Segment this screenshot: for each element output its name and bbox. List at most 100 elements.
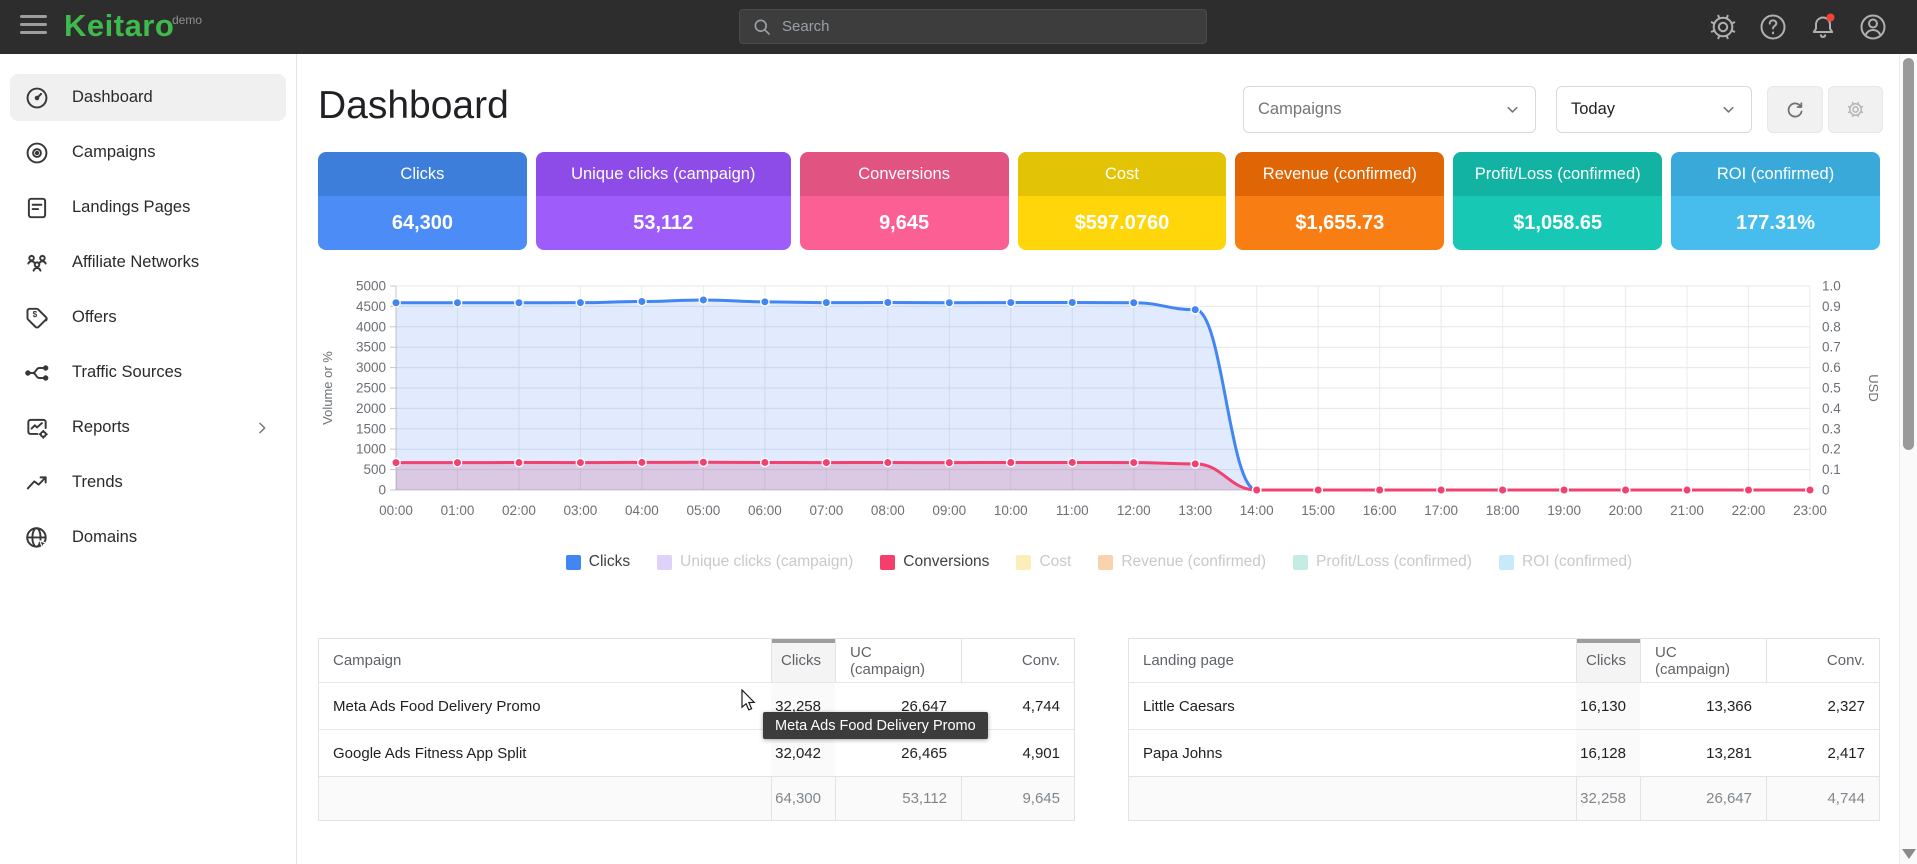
legend-swatch bbox=[880, 555, 895, 570]
stat-card-label: Conversions bbox=[800, 152, 1009, 196]
traffic-sources-icon bbox=[24, 360, 50, 386]
legend-item-profit-loss-confirmed-[interactable]: Profit/Loss (confirmed) bbox=[1293, 553, 1472, 571]
svg-text:23:00: 23:00 bbox=[1793, 503, 1827, 518]
legend-label: Revenue (confirmed) bbox=[1121, 553, 1266, 571]
table-cell: 4,744 bbox=[1766, 777, 1879, 820]
legend-label: Profit/Loss (confirmed) bbox=[1316, 553, 1472, 571]
stat-card-revenue-confirmed-: Revenue (confirmed) $1,655.73 bbox=[1235, 152, 1444, 250]
search-input[interactable] bbox=[782, 18, 1206, 35]
chart-settings-button[interactable] bbox=[1828, 86, 1883, 133]
sidebar-nav: Dashboard Campaigns Landings Pages Affil… bbox=[0, 54, 297, 864]
affiliate-networks-icon bbox=[24, 250, 50, 276]
svg-text:0.8: 0.8 bbox=[1822, 319, 1841, 334]
account-icon[interactable] bbox=[1856, 10, 1890, 44]
page-scrollbar[interactable] bbox=[1899, 54, 1917, 864]
svg-text:15:00: 15:00 bbox=[1301, 503, 1335, 518]
svg-text:17:00: 17:00 bbox=[1424, 503, 1458, 518]
landings-pages-icon bbox=[24, 195, 50, 221]
column-header[interactable]: Conv. bbox=[961, 639, 1074, 682]
legend-item-revenue-confirmed-[interactable]: Revenue (confirmed) bbox=[1098, 553, 1266, 571]
legend-item-unique-clicks-campaign-[interactable]: Unique clicks (campaign) bbox=[657, 553, 853, 571]
column-header[interactable]: Clicks bbox=[1576, 639, 1640, 682]
sidebar-item-label: Landings Pages bbox=[72, 198, 190, 217]
legend-swatch bbox=[657, 555, 672, 570]
global-search[interactable] bbox=[739, 9, 1207, 44]
scrollbar-thumb[interactable] bbox=[1903, 58, 1914, 450]
refresh-button[interactable] bbox=[1767, 86, 1823, 133]
table-cell: 2,327 bbox=[1766, 683, 1879, 729]
sidebar-item-campaigns[interactable]: Campaigns bbox=[10, 129, 286, 176]
sort-indicator bbox=[1577, 639, 1640, 643]
legend-label: Clicks bbox=[589, 553, 630, 571]
settings-icon[interactable] bbox=[1706, 10, 1740, 44]
grouping-select[interactable]: Campaigns bbox=[1243, 86, 1536, 133]
scroll-down-arrow-icon[interactable] bbox=[1902, 849, 1916, 859]
svg-text:11:00: 11:00 bbox=[1056, 503, 1089, 518]
sidebar-item-traffic-sources[interactable]: Traffic Sources bbox=[10, 349, 286, 396]
svg-text:21:00: 21:00 bbox=[1670, 503, 1704, 518]
stat-card-unique-clicks-campaign-: Unique clicks (campaign) 53,112 bbox=[536, 152, 791, 250]
column-header[interactable]: Conv. bbox=[1766, 639, 1879, 682]
legend-swatch bbox=[1098, 555, 1113, 570]
table-cell: 64,300 bbox=[771, 777, 835, 820]
column-header[interactable]: Landing page bbox=[1129, 639, 1576, 682]
help-icon[interactable] bbox=[1756, 10, 1790, 44]
sidebar-item-domains[interactable]: Domains bbox=[10, 514, 286, 561]
column-header[interactable]: UC (campaign) bbox=[835, 639, 961, 682]
svg-text:0.2: 0.2 bbox=[1822, 442, 1841, 457]
legend-label: ROI (confirmed) bbox=[1522, 553, 1632, 571]
svg-text:1000: 1000 bbox=[356, 442, 386, 457]
sidebar-item-reports[interactable]: Reports bbox=[10, 404, 286, 451]
landing-pages-table: Landing pageClicksUC (campaign)Conv.Litt… bbox=[1128, 638, 1880, 821]
sidebar-item-trends[interactable]: Trends bbox=[10, 459, 286, 506]
svg-text:08:00: 08:00 bbox=[871, 503, 905, 518]
svg-text:13:00: 13:00 bbox=[1178, 503, 1212, 518]
svg-text:0: 0 bbox=[1822, 483, 1830, 498]
svg-text:19:00: 19:00 bbox=[1547, 503, 1581, 518]
dashboard-icon bbox=[24, 85, 50, 111]
stat-card-roi-confirmed-: ROI (confirmed) 177.31% bbox=[1671, 152, 1880, 250]
sidebar-item-dashboard[interactable]: Dashboard bbox=[10, 74, 286, 121]
svg-text:0.6: 0.6 bbox=[1822, 360, 1841, 375]
svg-text:1500: 1500 bbox=[356, 421, 386, 436]
column-header[interactable]: UC (campaign) bbox=[1640, 639, 1766, 682]
sidebar-item-label: Affiliate Networks bbox=[72, 253, 199, 272]
table-cell: 13,281 bbox=[1640, 730, 1766, 776]
legend-swatch bbox=[1016, 555, 1031, 570]
svg-text:01:00: 01:00 bbox=[441, 503, 475, 518]
stat-card-label: Profit/Loss (confirmed) bbox=[1453, 152, 1662, 196]
campaigns-icon bbox=[24, 140, 50, 166]
environment-badge: demo bbox=[172, 13, 202, 27]
sidebar-item-affiliate-networks[interactable]: Affiliate Networks bbox=[10, 239, 286, 286]
sidebar-item-label: Trends bbox=[72, 473, 123, 492]
svg-text:0: 0 bbox=[378, 483, 386, 498]
legend-item-cost[interactable]: Cost bbox=[1016, 553, 1071, 571]
dashboard-chart: 0500100015002000250030003500400045005000… bbox=[318, 277, 1880, 535]
stat-card-value: 53,112 bbox=[536, 196, 791, 250]
svg-text:0.1: 0.1 bbox=[1822, 462, 1841, 477]
menu-toggle-icon[interactable] bbox=[20, 15, 47, 39]
sidebar-item-label: Reports bbox=[72, 418, 130, 437]
sidebar-item-label: Domains bbox=[72, 528, 137, 547]
row-tooltip: Meta Ads Food Delivery Promo bbox=[763, 712, 988, 739]
column-header[interactable]: Campaign bbox=[319, 639, 771, 682]
trends-icon bbox=[24, 470, 50, 496]
legend-item-clicks[interactable]: Clicks bbox=[566, 553, 630, 571]
domains-icon bbox=[24, 525, 50, 551]
stat-card-value: 64,300 bbox=[318, 196, 527, 250]
svg-text:4000: 4000 bbox=[356, 319, 386, 334]
sidebar-item-offers[interactable]: $ Offers bbox=[10, 294, 286, 341]
svg-text:03:00: 03:00 bbox=[564, 503, 598, 518]
svg-text:22:00: 22:00 bbox=[1732, 503, 1766, 518]
date-range-select[interactable]: Today bbox=[1556, 86, 1752, 133]
reports-icon bbox=[24, 415, 50, 441]
sidebar-item-landings-pages[interactable]: Landings Pages bbox=[10, 184, 286, 231]
legend-item-conversions[interactable]: Conversions bbox=[880, 553, 989, 571]
svg-text:16:00: 16:00 bbox=[1363, 503, 1397, 518]
table-cell: 16,128 bbox=[1576, 730, 1640, 776]
notifications-icon[interactable] bbox=[1806, 10, 1840, 44]
column-header[interactable]: Clicks bbox=[771, 639, 835, 682]
legend-item-roi-confirmed-[interactable]: ROI (confirmed) bbox=[1499, 553, 1632, 571]
chevron-down-icon bbox=[1504, 101, 1521, 118]
legend-label: Unique clicks (campaign) bbox=[680, 553, 853, 571]
